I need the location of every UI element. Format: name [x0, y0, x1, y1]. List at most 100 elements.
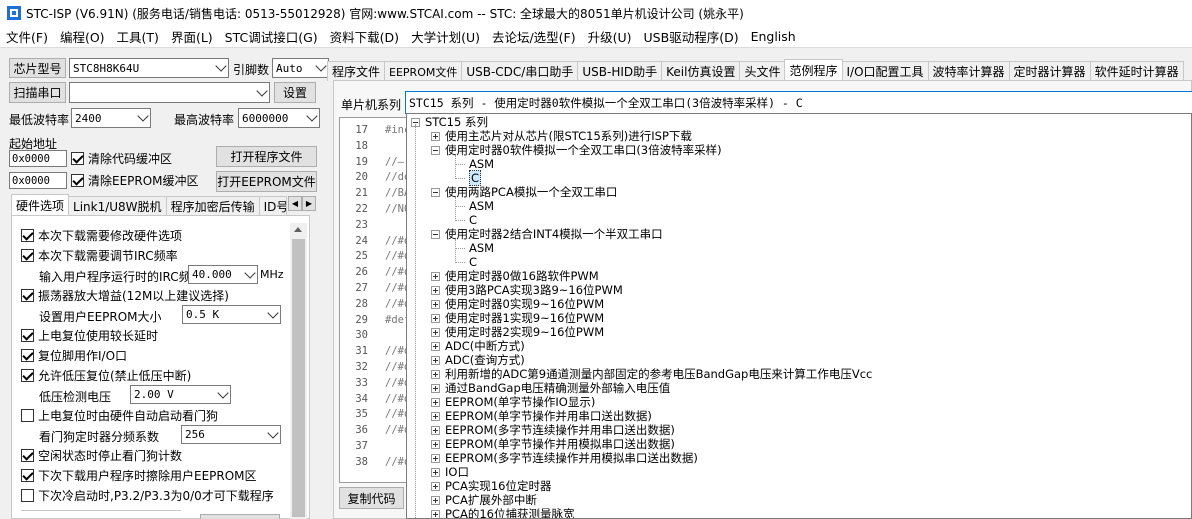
- menu-upgrade[interactable]: 升级(U): [582, 27, 638, 46]
- chip-model-select[interactable]: STC8H8K64U: [69, 58, 229, 78]
- tab-timer-calc[interactable]: 定时器计算器: [1008, 61, 1091, 81]
- reset-pin-io-checkbox[interactable]: [21, 348, 34, 362]
- expand-icon[interactable]: [431, 369, 440, 379]
- menu-program[interactable]: 编程(O): [54, 27, 111, 46]
- low-voltage-reset-checkbox[interactable]: [21, 368, 34, 382]
- menu-docs[interactable]: 资料下载(D): [324, 27, 405, 46]
- collapse-icon[interactable]: [431, 229, 440, 239]
- long-reset-delay-checkbox[interactable]: [21, 328, 34, 342]
- clear-code-checkbox[interactable]: [71, 151, 84, 165]
- expand-icon[interactable]: [431, 509, 440, 518]
- tree-item[interactable]: 使用主芯片对从芯片(限STC15系列)进行ISP下载: [431, 129, 692, 143]
- eeprom-size-select[interactable]: 0.5 K: [182, 305, 281, 324]
- max-baud-select[interactable]: 6000000: [238, 108, 320, 128]
- tree-item[interactable]: 使用定时器2实现9~16位PWM: [431, 325, 604, 339]
- tree-item[interactable]: EEPROM(多字节连续操作并用模拟串口送出数据): [431, 451, 698, 465]
- erase-eeprom-checkbox[interactable]: [21, 468, 34, 482]
- tree-item[interactable]: EEPROM(单字节操作并用模拟串口送出数据): [431, 437, 675, 451]
- tab-encrypt[interactable]: 程序加密后传输: [165, 196, 260, 216]
- menu-usb-driver[interactable]: USB驱动程序(D): [638, 27, 745, 46]
- expand-icon[interactable]: [431, 383, 440, 393]
- tab-delay-calc[interactable]: 软件延时计算器: [1089, 61, 1184, 81]
- copy-code-button[interactable]: 复制代码: [339, 487, 404, 509]
- tree-item[interactable]: 使用定时器2结合INT4模拟一个半双工串口: [431, 227, 663, 241]
- open-eeprom-file-button[interactable]: 打开EEPROM文件: [216, 171, 317, 192]
- tree-item[interactable]: EEPROM(单字节操作并用串口送出数据): [431, 409, 652, 423]
- tree-leaf[interactable]: C: [455, 213, 477, 227]
- expand-icon[interactable]: [431, 341, 440, 351]
- expand-icon[interactable]: [431, 131, 440, 141]
- tree-item[interactable]: ADC(中断方式): [431, 339, 525, 353]
- hidden-button[interactable]: [200, 514, 280, 519]
- expand-icon[interactable]: [431, 285, 440, 295]
- clear-eeprom-checkbox[interactable]: [71, 173, 84, 187]
- tab-keil-sim[interactable]: Keil仿真设置: [661, 61, 741, 81]
- settings-button[interactable]: 设置: [274, 82, 316, 103]
- tree-leaf[interactable]: ASM: [455, 157, 494, 171]
- menu-english[interactable]: English: [745, 29, 802, 44]
- expand-icon[interactable]: [431, 313, 440, 323]
- tree-item[interactable]: EEPROM(多字节连续操作并用串口送出数据): [431, 423, 675, 437]
- idle-stop-wdt-checkbox[interactable]: [21, 448, 34, 462]
- menu-file[interactable]: 文件(F): [0, 27, 54, 46]
- scan-port-button[interactable]: 扫描串口: [9, 82, 66, 103]
- modify-hw-options-checkbox[interactable]: [21, 228, 34, 242]
- tab-header[interactable]: 头文件: [739, 61, 786, 81]
- scroll-thumb[interactable]: [292, 239, 305, 517]
- expand-icon[interactable]: [431, 355, 440, 365]
- p32-p33-download-checkbox[interactable]: [21, 488, 34, 502]
- expand-icon[interactable]: [431, 467, 440, 477]
- collapse-icon[interactable]: [431, 145, 440, 155]
- tree-root[interactable]: STC15 系列: [411, 115, 488, 129]
- tree-item[interactable]: 使用定时器1实现9~16位PWM: [431, 311, 604, 325]
- expand-icon[interactable]: [431, 495, 440, 505]
- osc-gain-checkbox[interactable]: [21, 288, 34, 302]
- tree-item[interactable]: 使用定时器0做16路软件PWM: [431, 269, 599, 283]
- tree-leaf[interactable]: C: [455, 255, 477, 269]
- low-voltage-select[interactable]: 2.00 V: [130, 385, 231, 404]
- scroll-up-icon[interactable]: [294, 227, 302, 232]
- tree-item[interactable]: 使用两路PCA模拟一个全双工串口: [431, 185, 617, 199]
- auto-wdt-checkbox[interactable]: [21, 408, 34, 422]
- tab-usb-cdc[interactable]: USB-CDC/串口助手: [461, 61, 579, 81]
- port-select[interactable]: [69, 82, 270, 103]
- tree-item[interactable]: 使用定时器0实现9~16位PWM: [431, 297, 604, 311]
- tree-item[interactable]: ADC(查询方式): [431, 353, 525, 367]
- tab-scroll-left-icon[interactable]: ◀: [288, 196, 302, 211]
- series-select[interactable]: STC15 系列 - 使用定时器0软件模拟一个全双工串口(3倍波特率采样) - …: [405, 91, 1192, 114]
- tree-leaf[interactable]: ASM: [455, 199, 494, 213]
- code-view[interactable]: 17 #inc 18 19//— 20//de 21//BA 22//NO 23 24//#d 2…: [339, 117, 410, 483]
- adjust-irc-checkbox[interactable]: [21, 248, 34, 262]
- expand-icon[interactable]: [431, 481, 440, 491]
- tree-leaf[interactable]: C: [455, 170, 482, 186]
- expand-icon[interactable]: [431, 299, 440, 309]
- tree-item[interactable]: 利用新增的ADC第9通道测量内部固定的参考电压BandGap电压来计算工作电压V…: [431, 367, 872, 381]
- tab-scroll-right-icon[interactable]: ▶: [302, 196, 316, 211]
- collapse-icon[interactable]: [431, 187, 440, 197]
- tree-item[interactable]: PCA的16位捕获测量脉宽: [431, 507, 574, 518]
- code-address-input[interactable]: 0x0000: [9, 150, 67, 167]
- expand-icon[interactable]: [431, 397, 440, 407]
- tree-item[interactable]: 通过BandGap电压精确测量外部输入电压值: [431, 381, 670, 395]
- wdt-prescale-select[interactable]: 256: [181, 425, 281, 444]
- tree-item[interactable]: 使用3路PCA实现3路9~16位PWM: [431, 283, 623, 297]
- menu-interface[interactable]: 界面(L): [165, 27, 219, 46]
- open-program-file-button[interactable]: 打开程序文件: [216, 146, 317, 167]
- tree-item[interactable]: IO口: [431, 465, 469, 479]
- tab-eeprom-file[interactable]: EEPROM文件: [384, 61, 463, 81]
- tab-usb-hid[interactable]: USB-HID助手: [577, 61, 663, 81]
- menu-debug[interactable]: STC调试接口(G): [219, 27, 324, 46]
- tree-item[interactable]: EEPROM(单字节操作IO显示): [431, 395, 595, 409]
- pins-select[interactable]: Auto: [272, 58, 329, 78]
- expand-icon[interactable]: [431, 425, 440, 435]
- tab-link1[interactable]: Link1/U8W脱机: [68, 196, 167, 216]
- menu-forum[interactable]: 去论坛/选型(F): [486, 27, 582, 46]
- options-scrollbar[interactable]: [290, 223, 307, 519]
- min-baud-select[interactable]: 2400: [71, 108, 151, 128]
- tree-item[interactable]: PCA实现16位定时器: [431, 479, 551, 493]
- tree-item[interactable]: 使用定时器0软件模拟一个全双工串口(3倍波特率采样): [431, 143, 722, 157]
- expand-icon[interactable]: [431, 453, 440, 463]
- tab-baud-calc[interactable]: 波特率计算器: [927, 61, 1010, 81]
- tab-hardware-options[interactable]: 硬件选项: [11, 194, 70, 216]
- tab-io-config[interactable]: I/O口配置工具: [841, 61, 929, 81]
